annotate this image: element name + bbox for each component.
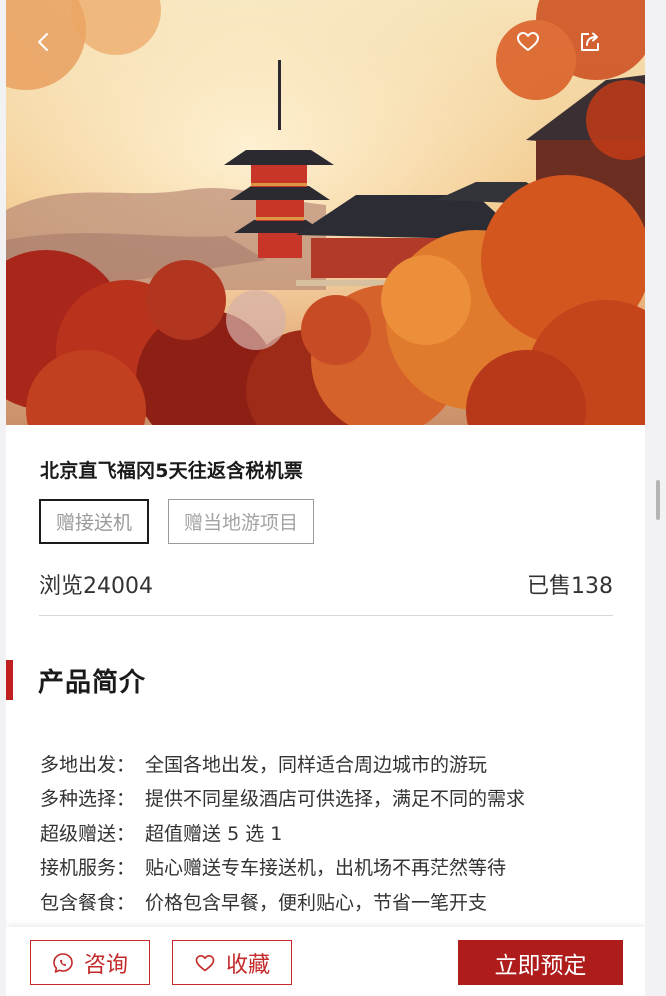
views-count: 浏览24004: [39, 574, 153, 599]
favorite-button[interactable]: 收藏: [172, 940, 292, 985]
section-accent-bar: [6, 660, 13, 700]
feature-key: 接机服务: [40, 857, 117, 880]
list-item: 多地出发： 全国各地出发，同样适合周边城市的游玩: [40, 746, 620, 781]
hero-image: [6, 0, 645, 425]
list-item: 包含餐食： 价格包含早餐，便利贴心，节省一笔开支: [40, 884, 620, 919]
tag-airport-transfer[interactable]: 赠接送机: [39, 499, 150, 544]
bottom-action-bar: 咨询 收藏 立即预定: [6, 927, 645, 996]
section-title: 产品简介: [38, 667, 147, 698]
feature-colon: ：: [116, 857, 136, 880]
favorite-label: 收藏: [225, 952, 270, 978]
list-item: 接机服务： 贴心赠送专车接送机，出机场不再茫然等待: [40, 850, 620, 885]
book-now-button[interactable]: 立即预定: [458, 940, 623, 985]
divider: [39, 615, 613, 616]
feature-key: 超级赠送: [40, 822, 117, 845]
section-header: 产品简介: [6, 660, 146, 700]
feature-colon: ：: [116, 788, 136, 811]
share-icon: [581, 32, 599, 51]
product-stats: 浏览24004 已售138: [39, 568, 613, 600]
feature-value: 全国各地出发，同样适合周边城市的游玩: [145, 753, 488, 776]
pagoda-autumn-photo: [6, 0, 645, 425]
chevron-left-icon: [38, 33, 48, 51]
feature-colon: ：: [116, 753, 136, 776]
list-item: 多种选择： 提供不同星级酒店可供选择，满足不同的需求: [40, 781, 620, 816]
phone-chat-icon: [53, 952, 73, 973]
scrollbar[interactable]: [654, 480, 662, 520]
feature-key: 多种选择: [40, 788, 117, 811]
tag-local-tour[interactable]: 赠当地游项目: [168, 499, 315, 544]
heart-outline-icon: [195, 954, 215, 971]
feature-value: 超值赠送 5 选 1: [145, 822, 283, 845]
feature-key: 包含餐食: [40, 891, 117, 914]
consult-button[interactable]: 咨询: [30, 940, 150, 985]
feature-value: 贴心赠送专车接送机，出机场不再茫然等待: [145, 857, 507, 880]
list-item: 超级赠送： 超值赠送 5 选 1: [40, 815, 620, 850]
product-title: 北京直飞福冈5天往返含税机票: [40, 460, 304, 482]
feature-key: 多地出发: [40, 753, 117, 776]
consult-label: 咨询: [83, 952, 128, 978]
promo-tags: 赠接送机 赠当地游项目: [39, 499, 315, 544]
feature-list: 多地出发：全国各地出发，同样适合周边城市的游玩 多种选择：提供不同星级酒店可供选…: [40, 746, 620, 919]
share-button[interactable]: [572, 24, 608, 60]
feature-colon: ：: [116, 822, 136, 845]
like-button[interactable]: [510, 24, 546, 60]
feature-colon: ：: [116, 891, 136, 914]
scrollbar-thumb[interactable]: [656, 480, 660, 520]
sold-count: 已售138: [527, 574, 613, 599]
heart-outline-icon: [517, 32, 539, 51]
feature-value: 价格包含早餐，便利贴心，节省一笔开支: [145, 891, 488, 914]
feature-value: 提供不同星级酒店可供选择，满足不同的需求: [145, 788, 526, 811]
back-button[interactable]: [26, 24, 62, 60]
product-detail-page: 北京直飞福冈5天往返含税机票 赠接送机 赠当地游项目 浏览24004 已售138…: [6, 0, 645, 996]
